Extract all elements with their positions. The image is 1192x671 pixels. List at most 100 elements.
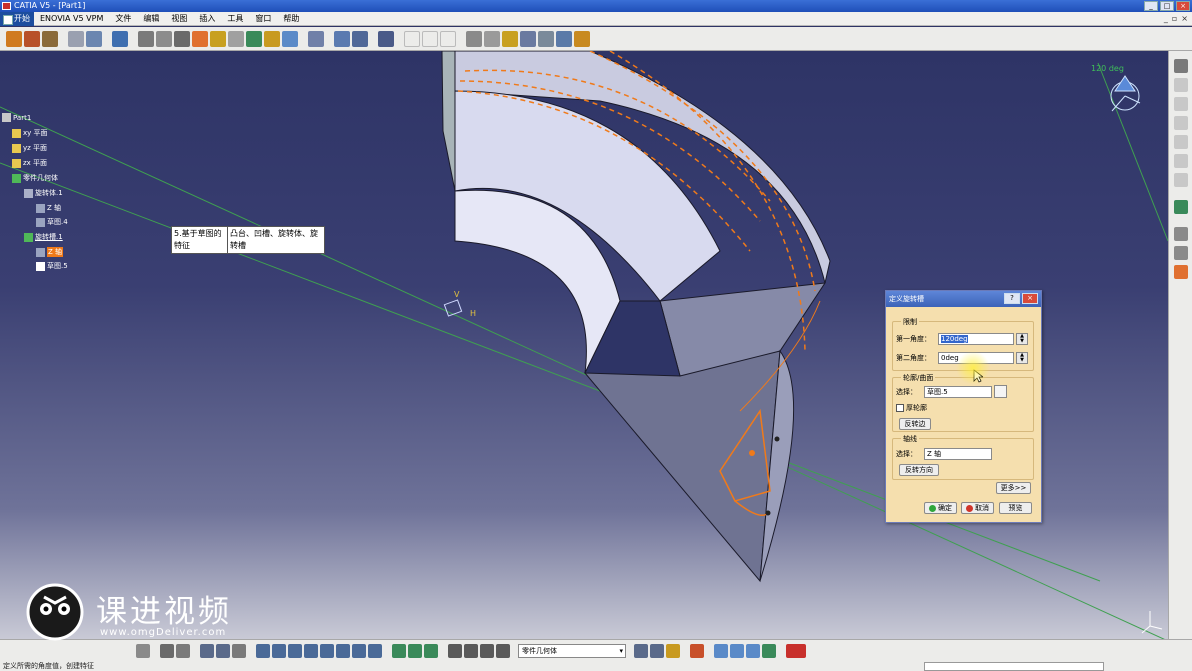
normal-view-icon[interactable] [320,643,334,658]
tree-item-axis-selected[interactable]: Z 轴 [36,247,64,257]
catalog-icon[interactable] [216,643,230,658]
close-button[interactable]: × [1176,1,1190,11]
tree-item-sketch-4[interactable]: 草图.4 [36,217,68,227]
analysis-icon[interactable] [392,643,406,658]
draft-icon[interactable] [174,30,190,47]
first-angle-field[interactable]: 120deg [938,333,1014,345]
layer-icon[interactable] [762,643,776,658]
menu-view[interactable]: 视图 [165,13,193,24]
reverse-side-button[interactable]: 反转边 [899,418,931,430]
point-icon[interactable] [404,30,420,47]
compass-icon[interactable] [556,30,572,47]
reverse-direction-button[interactable]: 反转方向 [899,464,939,476]
tree-item-sketch-5[interactable]: 草图.5 [36,261,68,271]
thickness-icon[interactable] [210,30,226,47]
tool-icon-6[interactable] [1173,173,1188,187]
menu-enovia[interactable]: ENOVIA V5 VPM [34,14,109,23]
tree-item-axis-1[interactable]: Z 轴 [36,203,61,213]
tool-icon-3[interactable] [1173,116,1188,130]
formula-icon[interactable] [160,643,174,658]
view-icon[interactable] [538,30,554,47]
menu-file[interactable]: 文件 [109,13,137,24]
iso-view-icon[interactable] [336,643,350,658]
pocket-icon[interactable] [24,30,40,47]
shading-mode-icon[interactable] [352,643,366,658]
comment-icon[interactable] [176,643,190,658]
minimize-button[interactable]: _ [1144,1,1158,11]
menu-insert[interactable]: 插入 [193,13,221,24]
translate-icon[interactable] [246,30,262,47]
thread-icon[interactable] [228,30,244,47]
render-style-icon[interactable] [714,643,728,658]
tool-icon-8[interactable] [1173,246,1188,260]
settings-icon[interactable] [1173,59,1188,73]
tool-icon-9[interactable] [1173,265,1188,279]
doc-minimize-button[interactable]: _ [1164,14,1168,23]
menu-edit[interactable]: 编辑 [137,13,165,24]
menu-window[interactable]: 窗口 [249,13,277,24]
menu-help[interactable]: 帮助 [277,13,305,24]
menu-start[interactable]: 开始 [0,11,34,26]
part-design-icon[interactable] [496,643,510,658]
mirror-icon[interactable] [264,30,280,47]
material-icon[interactable] [502,30,518,47]
tool-icon-5[interactable] [1173,154,1188,168]
menu-tools[interactable]: 工具 [221,13,249,24]
paint-icon[interactable] [690,643,704,658]
constraint-icon[interactable] [334,30,350,47]
tool-icon-1[interactable] [1173,78,1188,92]
camera-icon[interactable] [746,643,760,658]
hide-show-icon[interactable] [368,643,382,658]
current-body-select[interactable]: 零件几何体 [518,643,626,658]
curvature-icon[interactable] [424,643,438,658]
table-icon[interactable] [200,643,214,658]
chamfer-icon[interactable] [156,30,172,47]
tree-item-yz-plane[interactable]: yz 平面 [12,143,47,153]
fillet-icon[interactable] [138,30,154,47]
update-icon[interactable] [136,643,150,658]
doc-restore-button[interactable]: ▫ [1172,14,1177,23]
tree-item-groove[interactable]: 旋转槽.1 [24,232,63,242]
line-icon[interactable] [422,30,438,47]
sketcher-icon[interactable] [112,30,128,47]
sketch-edit-icon[interactable] [994,385,1007,398]
shading-icon[interactable] [466,30,482,47]
preview-button[interactable]: 预览 [999,502,1032,514]
render-icon[interactable] [574,30,590,47]
rotate-icon[interactable] [272,643,286,658]
plane-icon[interactable] [440,30,456,47]
ok-button[interactable]: 确定 [924,502,957,514]
axis-field[interactable]: Z 轴 [924,448,992,460]
first-angle-spinner[interactable]: ▲ ▼ [1016,333,1028,345]
shell-icon[interactable] [192,30,208,47]
tool-icon-4[interactable] [1173,135,1188,149]
tree-item-zx-plane[interactable]: zx 平面 [12,158,47,168]
measure-between-icon[interactable] [634,643,648,658]
pan-icon[interactable] [232,643,246,658]
thick-profile-checkbox[interactable] [896,404,904,412]
hole-icon[interactable] [68,30,84,47]
rib-icon[interactable] [86,30,102,47]
measure-icon[interactable] [520,30,536,47]
tool-icon-7[interactable] [1173,227,1188,241]
dialog-title-bar[interactable]: 定义旋转槽 ? × [886,291,1041,307]
grid-display-icon[interactable] [480,643,494,658]
grid-icon[interactable] [352,30,368,47]
apply-material-icon[interactable] [666,643,680,658]
command-input[interactable] [924,662,1104,671]
zoom-out-icon[interactable] [304,643,318,658]
maximize-button[interactable]: □ [1160,1,1174,11]
dialog-close-button[interactable]: × [1022,293,1038,304]
pad-icon[interactable] [6,30,22,47]
snap-icon[interactable] [378,30,394,47]
select-icon[interactable] [1173,200,1188,214]
wireframe-icon[interactable] [484,30,500,47]
doc-close-button[interactable]: × [1181,14,1188,23]
dialog-help-button[interactable]: ? [1004,293,1020,304]
scene-icon[interactable] [730,643,744,658]
second-angle-spinner[interactable]: ▲ ▼ [1016,352,1028,364]
draft-analysis-icon[interactable] [408,643,422,658]
measure-item-icon[interactable] [650,643,664,658]
tree-item-shaft[interactable]: 旋转体.1 [24,188,63,198]
cancel-button[interactable]: 取消 [961,502,994,514]
